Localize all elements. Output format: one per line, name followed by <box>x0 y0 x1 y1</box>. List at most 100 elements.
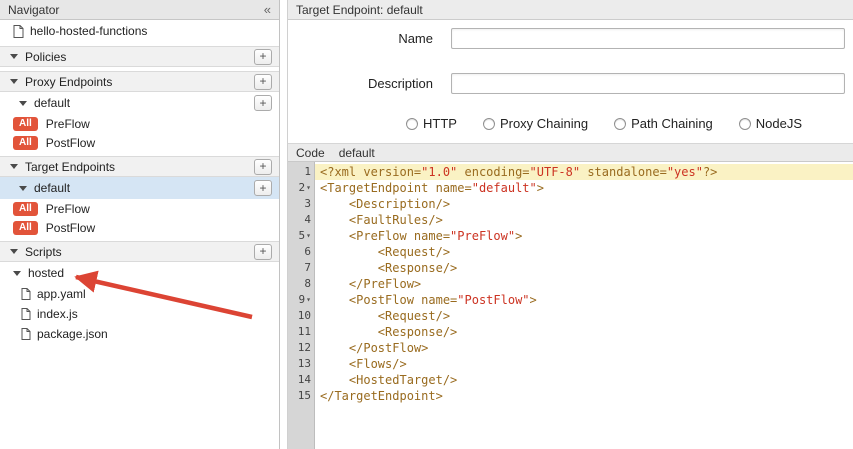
fold-toggle-icon[interactable]: ▾ <box>306 292 311 308</box>
section-target-endpoints[interactable]: Target Endpoints + <box>0 156 279 177</box>
radio-nodejs[interactable]: NodeJS <box>739 116 802 131</box>
radio-icon[interactable] <box>614 118 626 130</box>
tree-item-target-endpoint-default[interactable]: default + <box>0 177 279 199</box>
endpoint-type-radio-group: HTTP Proxy Chaining Path Chaining NodeJS <box>406 116 853 131</box>
add-target-flow-button[interactable]: + <box>254 180 272 196</box>
tree-item-proxy-postflow[interactable]: All PostFlow <box>0 133 279 152</box>
line-number[interactable]: 12 <box>288 340 315 356</box>
code-line[interactable]: 2▾<TargetEndpoint name="default"> <box>288 180 853 196</box>
name-input[interactable] <box>451 28 845 49</box>
radio-icon[interactable] <box>483 118 495 130</box>
section-label: Scripts <box>25 245 62 259</box>
triangle-down-icon <box>19 186 27 191</box>
code-line[interactable]: 8 </PreFlow> <box>288 276 853 292</box>
description-row: Description <box>288 73 853 94</box>
radio-http[interactable]: HTTP <box>406 116 457 131</box>
section-proxy-endpoints[interactable]: Proxy Endpoints + <box>0 71 279 92</box>
tree-item-target-preflow[interactable]: All PreFlow <box>0 199 279 218</box>
radio-icon[interactable] <box>739 118 751 130</box>
code-text[interactable]: <Flows/> <box>315 356 853 372</box>
code-line[interactable]: 6 <Request/> <box>288 244 853 260</box>
add-policy-button[interactable]: + <box>254 49 272 65</box>
line-number[interactable]: 4 <box>288 212 315 228</box>
radio-proxy-chaining[interactable]: Proxy Chaining <box>483 116 588 131</box>
tree-item-target-postflow[interactable]: All PostFlow <box>0 218 279 237</box>
line-number[interactable]: 11 <box>288 324 315 340</box>
line-number[interactable]: 2▾ <box>288 180 315 196</box>
flow-condition-badge: All <box>13 136 38 150</box>
tree-item-label: PreFlow <box>46 117 90 131</box>
section-label: Proxy Endpoints <box>25 75 112 89</box>
code-line[interactable]: 7 <Response/> <box>288 260 853 276</box>
tree-item-label: index.js <box>37 307 78 321</box>
fold-toggle-icon[interactable]: ▾ <box>306 180 311 196</box>
section-policies[interactable]: Policies + <box>0 46 279 67</box>
line-number[interactable]: 10 <box>288 308 315 324</box>
flow-condition-badge: All <box>13 117 38 131</box>
code-text[interactable]: </TargetEndpoint> <box>315 388 853 404</box>
tree-item-hosted-folder[interactable]: hosted <box>0 262 279 284</box>
code-text[interactable]: </PreFlow> <box>315 276 853 292</box>
add-proxy-endpoint-button[interactable]: + <box>254 74 272 90</box>
code-text[interactable]: <Response/> <box>315 260 853 276</box>
code-editor[interactable]: 1<?xml version="1.0" encoding="UTF-8" st… <box>288 162 853 449</box>
tree-item-proxy-bundle[interactable]: hello-hosted-functions <box>0 20 279 42</box>
line-number[interactable]: 1 <box>288 164 315 180</box>
tree-item-file-package-json[interactable]: package.json <box>0 324 279 344</box>
code-text[interactable]: <Request/> <box>315 244 853 260</box>
add-target-endpoint-button[interactable]: + <box>254 159 272 175</box>
description-input[interactable] <box>451 73 845 94</box>
code-text[interactable]: <TargetEndpoint name="default"> <box>315 180 853 196</box>
code-line[interactable]: 5▾ <PreFlow name="PreFlow"> <box>288 228 853 244</box>
collapse-panel-button[interactable]: « <box>264 2 271 17</box>
line-number[interactable]: 5▾ <box>288 228 315 244</box>
radio-path-chaining[interactable]: Path Chaining <box>614 116 713 131</box>
apigee-proxy-editor: Navigator « hello-hosted-functions Polic… <box>0 0 853 449</box>
code-line[interactable]: 1<?xml version="1.0" encoding="UTF-8" st… <box>288 164 853 180</box>
line-number[interactable]: 9▾ <box>288 292 315 308</box>
description-label: Description <box>288 76 433 91</box>
fold-toggle-icon[interactable]: ▾ <box>306 228 311 244</box>
code-line[interactable]: 10 <Request/> <box>288 308 853 324</box>
code-text[interactable]: <Description/> <box>315 196 853 212</box>
code-line[interactable]: 13 <Flows/> <box>288 356 853 372</box>
code-text[interactable]: <?xml version="1.0" encoding="UTF-8" sta… <box>315 164 853 180</box>
radio-icon[interactable] <box>406 118 418 130</box>
tree-item-label: PreFlow <box>46 202 90 216</box>
tree-item-proxy-endpoint-default[interactable]: default + <box>0 92 279 114</box>
code-text[interactable]: <PostFlow name="PostFlow"> <box>315 292 853 308</box>
section-scripts[interactable]: Scripts + <box>0 241 279 262</box>
tree-item-file-index-js[interactable]: index.js <box>0 304 279 324</box>
line-number[interactable]: 6 <box>288 244 315 260</box>
navigator-panel: Navigator « hello-hosted-functions Polic… <box>0 0 280 449</box>
code-tab[interactable]: Code <box>296 146 325 160</box>
endpoint-form: Name Description HTTP Proxy Chaining P <box>288 20 853 143</box>
add-proxy-flow-button[interactable]: + <box>254 95 272 111</box>
code-line[interactable]: 3 <Description/> <box>288 196 853 212</box>
line-number[interactable]: 3 <box>288 196 315 212</box>
section-label: Policies <box>25 50 66 64</box>
radio-label: Path Chaining <box>631 116 713 131</box>
line-number[interactable]: 7 <box>288 260 315 276</box>
code-line[interactable]: 11 <Response/> <box>288 324 853 340</box>
tree-item-file-app-yaml[interactable]: app.yaml <box>0 284 279 304</box>
tree-item-label: PostFlow <box>46 221 95 235</box>
code-line[interactable]: 12 </PostFlow> <box>288 340 853 356</box>
code-line[interactable]: 9▾ <PostFlow name="PostFlow"> <box>288 292 853 308</box>
code-text[interactable]: <Request/> <box>315 308 853 324</box>
line-number[interactable]: 8 <box>288 276 315 292</box>
code-text[interactable]: <PreFlow name="PreFlow"> <box>315 228 853 244</box>
line-number[interactable]: 14 <box>288 372 315 388</box>
navigator-title: Navigator <box>8 3 59 17</box>
code-line[interactable]: 15</TargetEndpoint> <box>288 388 853 404</box>
line-number[interactable]: 15 <box>288 388 315 404</box>
code-text[interactable]: <FaultRules/> <box>315 212 853 228</box>
add-script-button[interactable]: + <box>254 244 272 260</box>
code-line[interactable]: 14 <HostedTarget/> <box>288 372 853 388</box>
code-text[interactable]: </PostFlow> <box>315 340 853 356</box>
code-line[interactable]: 4 <FaultRules/> <box>288 212 853 228</box>
code-text[interactable]: <Response/> <box>315 324 853 340</box>
line-number[interactable]: 13 <box>288 356 315 372</box>
tree-item-proxy-preflow[interactable]: All PreFlow <box>0 114 279 133</box>
code-text[interactable]: <HostedTarget/> <box>315 372 853 388</box>
